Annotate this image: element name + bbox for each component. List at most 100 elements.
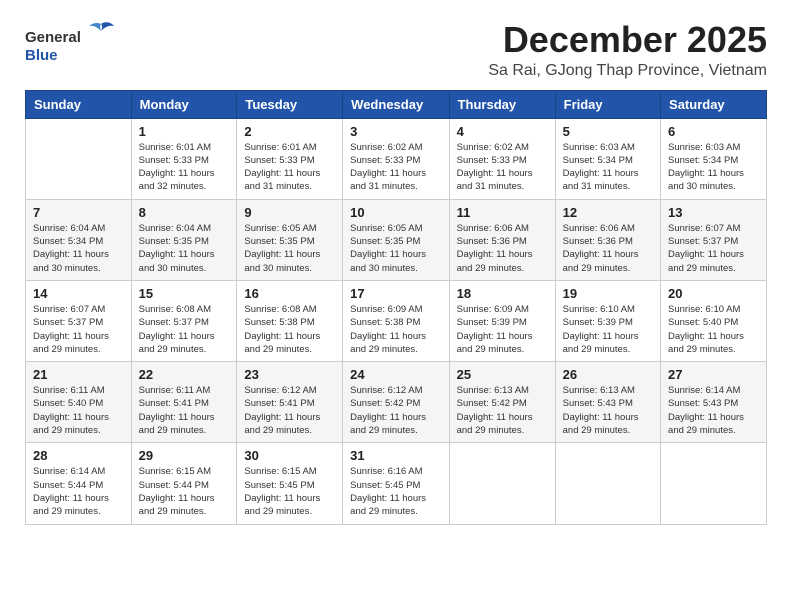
weekday-header-friday: Friday xyxy=(555,90,660,118)
calendar-header-row: SundayMondayTuesdayWednesdayThursdayFrid… xyxy=(26,90,767,118)
logo-blue-text: Blue xyxy=(25,47,115,64)
calendar-cell: 14Sunrise: 6:07 AM Sunset: 5:37 PM Dayli… xyxy=(26,280,132,361)
day-number: 23 xyxy=(244,367,335,382)
weekday-header-saturday: Saturday xyxy=(661,90,767,118)
weekday-header-thursday: Thursday xyxy=(449,90,555,118)
calendar-cell: 21 Sunrise: 6:11 AM Sunset: 5:40 PM Dayli… xyxy=(26,362,132,443)
day-info: Sunrise: 6:09 AM Sunset: 5:38 PM Dayligh… xyxy=(350,303,441,356)
calendar-cell xyxy=(449,443,555,524)
calendar-cell: 24 Sunrise: 6:12 AM Sunset: 5:42 PM Dayli… xyxy=(343,362,449,443)
day-number: 29 xyxy=(139,448,230,463)
calendar-cell xyxy=(555,443,660,524)
day-number: 21 xyxy=(33,367,124,382)
logo-text: General Blue xyxy=(25,20,115,64)
calendar-cell: 22 Sunrise: 6:11 AM Sunset: 5:41 PM Dayli… xyxy=(131,362,237,443)
day-number: 31 xyxy=(350,448,441,463)
page-header: General Blue December 2025 Sa Rai, GJong… xyxy=(25,20,767,80)
day-number: 3 xyxy=(350,124,441,139)
calendar-cell: 8 Sunrise: 6:04 AM Sunset: 5:35 PM Daylig… xyxy=(131,199,237,280)
calendar-week-row: 21 Sunrise: 6:11 AM Sunset: 5:40 PM Dayli… xyxy=(26,362,767,443)
day-info: Sunrise: 6:14 AM Sunset: 5:44 PM Dayligh… xyxy=(33,465,124,518)
title-section: December 2025 Sa Rai, GJong Thap Provinc… xyxy=(488,20,767,80)
day-info: Sunrise: 6:13 AM Sunset: 5:42 PM Dayligh… xyxy=(457,384,548,437)
day-info: Sunrise: 6:05 AM Sunset: 5:35 PM Dayligh… xyxy=(244,222,335,275)
calendar-cell: 1 Sunrise: 6:01 AM Sunset: 5:33 PM Daylig… xyxy=(131,118,237,199)
day-info: Sunrise: 6:15 AM Sunset: 5:45 PM Dayligh… xyxy=(244,465,335,518)
day-number: 15 xyxy=(139,286,230,301)
day-info: Sunrise: 6:12 AM Sunset: 5:41 PM Dayligh… xyxy=(244,384,335,437)
calendar-cell: 12 Sunrise: 6:06 AM Sunset: 5:36 PM Dayli… xyxy=(555,199,660,280)
day-number: 25 xyxy=(457,367,548,382)
day-info: Sunrise: 6:10 AM Sunset: 5:39 PM Dayligh… xyxy=(563,303,653,356)
calendar-cell: 7Sunrise: 6:04 AM Sunset: 5:34 PM Daylig… xyxy=(26,199,132,280)
day-info: Sunrise: 6:04 AM Sunset: 5:35 PM Dayligh… xyxy=(139,222,230,275)
calendar-cell xyxy=(661,443,767,524)
day-number: 8 xyxy=(139,205,230,220)
month-title: December 2025 xyxy=(488,20,767,60)
day-number: 10 xyxy=(350,205,441,220)
logo-general: General xyxy=(25,20,115,47)
calendar-cell: 3 Sunrise: 6:02 AM Sunset: 5:33 PM Daylig… xyxy=(343,118,449,199)
day-number: 22 xyxy=(139,367,230,382)
day-number: 27 xyxy=(668,367,759,382)
day-info: Sunrise: 6:10 AM Sunset: 5:40 PM Dayligh… xyxy=(668,303,759,356)
calendar-week-row: 1 Sunrise: 6:01 AM Sunset: 5:33 PM Daylig… xyxy=(26,118,767,199)
day-number: 16 xyxy=(244,286,335,301)
day-info: Sunrise: 6:01 AM Sunset: 5:33 PM Dayligh… xyxy=(139,141,230,194)
day-number: 14 xyxy=(33,286,124,301)
location-subtitle: Sa Rai, GJong Thap Province, Vietnam xyxy=(488,62,767,80)
logo: General Blue xyxy=(25,20,115,64)
logo-bird-icon xyxy=(87,20,115,42)
calendar-cell: 16 Sunrise: 6:08 AM Sunset: 5:38 PM Dayli… xyxy=(237,280,343,361)
day-info: Sunrise: 6:07 AM Sunset: 5:37 PM Dayligh… xyxy=(668,222,759,275)
day-info: Sunrise: 6:06 AM Sunset: 5:36 PM Dayligh… xyxy=(457,222,548,275)
day-info: Sunrise: 6:11 AM Sunset: 5:40 PM Dayligh… xyxy=(33,384,124,437)
calendar-table: SundayMondayTuesdayWednesdayThursdayFrid… xyxy=(25,90,767,525)
calendar-cell: 27 Sunrise: 6:14 AM Sunset: 5:43 PM Dayli… xyxy=(661,362,767,443)
calendar-cell: 9Sunrise: 6:05 AM Sunset: 5:35 PM Daylig… xyxy=(237,199,343,280)
day-number: 1 xyxy=(139,124,230,139)
day-info: Sunrise: 6:12 AM Sunset: 5:42 PM Dayligh… xyxy=(350,384,441,437)
calendar-cell: 11 Sunrise: 6:06 AM Sunset: 5:36 PM Dayli… xyxy=(449,199,555,280)
day-number: 6 xyxy=(668,124,759,139)
day-number: 5 xyxy=(563,124,653,139)
day-info: Sunrise: 6:08 AM Sunset: 5:38 PM Dayligh… xyxy=(244,303,335,356)
day-info: Sunrise: 6:02 AM Sunset: 5:33 PM Dayligh… xyxy=(457,141,548,194)
day-info: Sunrise: 6:04 AM Sunset: 5:34 PM Dayligh… xyxy=(33,222,124,275)
day-info: Sunrise: 6:13 AM Sunset: 5:43 PM Dayligh… xyxy=(563,384,653,437)
day-number: 2 xyxy=(244,124,335,139)
calendar-cell: 23 Sunrise: 6:12 AM Sunset: 5:41 PM Dayli… xyxy=(237,362,343,443)
calendar-cell: 4 Sunrise: 6:02 AM Sunset: 5:33 PM Daylig… xyxy=(449,118,555,199)
day-info: Sunrise: 6:02 AM Sunset: 5:33 PM Dayligh… xyxy=(350,141,441,194)
calendar-week-row: 14Sunrise: 6:07 AM Sunset: 5:37 PM Dayli… xyxy=(26,280,767,361)
day-number: 12 xyxy=(563,205,653,220)
calendar-cell: 19Sunrise: 6:10 AM Sunset: 5:39 PM Dayli… xyxy=(555,280,660,361)
day-number: 18 xyxy=(457,286,548,301)
calendar-cell: 5Sunrise: 6:03 AM Sunset: 5:34 PM Daylig… xyxy=(555,118,660,199)
day-info: Sunrise: 6:11 AM Sunset: 5:41 PM Dayligh… xyxy=(139,384,230,437)
day-info: Sunrise: 6:14 AM Sunset: 5:43 PM Dayligh… xyxy=(668,384,759,437)
day-info: Sunrise: 6:05 AM Sunset: 5:35 PM Dayligh… xyxy=(350,222,441,275)
calendar-week-row: 7Sunrise: 6:04 AM Sunset: 5:34 PM Daylig… xyxy=(26,199,767,280)
day-number: 17 xyxy=(350,286,441,301)
day-info: Sunrise: 6:16 AM Sunset: 5:45 PM Dayligh… xyxy=(350,465,441,518)
day-number: 11 xyxy=(457,205,548,220)
day-info: Sunrise: 6:15 AM Sunset: 5:44 PM Dayligh… xyxy=(139,465,230,518)
day-number: 28 xyxy=(33,448,124,463)
calendar-cell: 13Sunrise: 6:07 AM Sunset: 5:37 PM Dayli… xyxy=(661,199,767,280)
day-info: Sunrise: 6:06 AM Sunset: 5:36 PM Dayligh… xyxy=(563,222,653,275)
day-info: Sunrise: 6:08 AM Sunset: 5:37 PM Dayligh… xyxy=(139,303,230,356)
day-number: 24 xyxy=(350,367,441,382)
day-number: 30 xyxy=(244,448,335,463)
day-number: 4 xyxy=(457,124,548,139)
calendar-cell: 18 Sunrise: 6:09 AM Sunset: 5:39 PM Dayli… xyxy=(449,280,555,361)
weekday-header-monday: Monday xyxy=(131,90,237,118)
calendar-cell: 10 Sunrise: 6:05 AM Sunset: 5:35 PM Dayli… xyxy=(343,199,449,280)
calendar-cell: 2 Sunrise: 6:01 AM Sunset: 5:33 PM Daylig… xyxy=(237,118,343,199)
day-info: Sunrise: 6:09 AM Sunset: 5:39 PM Dayligh… xyxy=(457,303,548,356)
day-info: Sunrise: 6:01 AM Sunset: 5:33 PM Dayligh… xyxy=(244,141,335,194)
calendar-cell: 29 Sunrise: 6:15 AM Sunset: 5:44 PM Dayli… xyxy=(131,443,237,524)
calendar-cell: 25 Sunrise: 6:13 AM Sunset: 5:42 PM Dayli… xyxy=(449,362,555,443)
calendar-cell: 17 Sunrise: 6:09 AM Sunset: 5:38 PM Dayli… xyxy=(343,280,449,361)
day-number: 26 xyxy=(563,367,653,382)
